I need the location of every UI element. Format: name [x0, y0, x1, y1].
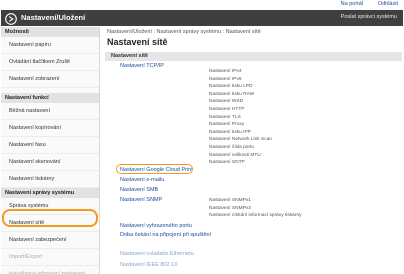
sub-setting-item: Nastavení WSD — [209, 99, 244, 105]
sidebar-item[interactable]: Nastavení skenování — [1, 154, 99, 171]
sidebar-item[interactable]: Nastavení papíru — [1, 37, 99, 54]
sub-setting-item: Nastavení tisku RAW — [209, 91, 255, 97]
network-settings-link[interactable]: Nastavení ovladače Ethernetu — [120, 251, 194, 257]
sub-setting-item: Nastavení SNMPv3 — [209, 205, 251, 211]
network-settings-link[interactable]: Doba čekání na připojení při spuštění — [120, 232, 211, 238]
sub-setting-item: Nastavení IPv6 — [209, 76, 242, 82]
app-title: Nastavení/Uložení — [21, 13, 86, 22]
breadcrumb: Nastavení/Uložení : Nastavení správy sys… — [107, 29, 261, 35]
sidebar-item[interactable]: Import/Export — [1, 249, 99, 266]
sub-setting-item: Nastavení SNMPv1 — [209, 198, 251, 203]
sub-setting-item: Nastavení tisku IPP — [209, 129, 251, 135]
section-title: Nastavení sítě — [111, 53, 148, 59]
sub-setting-item: Nastavení Proxy — [209, 122, 245, 128]
sub-setting-item: Nastavení IPv4 — [209, 69, 242, 74]
sub-setting-item: Nastavení Network Link Scan — [209, 137, 272, 143]
network-settings-link[interactable]: Nastavení e-mailu — [120, 177, 164, 183]
main-content: Nastavení/Uložení : Nastavení správy sys… — [103, 27, 404, 274]
mail-admin-link[interactable]: Poslat správci systému — [341, 14, 397, 20]
sub-setting-item: Nastavení čísla portu — [209, 145, 255, 150]
network-settings-link[interactable]: Nastavení vyhrazeného portu — [120, 223, 192, 229]
sidebar-item[interactable]: Běžná nastavení — [1, 103, 99, 120]
sidebar-item[interactable]: Ovládání tlačítkem Zrušit — [1, 54, 99, 71]
sidebar-item[interactable]: Nastavení zobrazení — [1, 71, 99, 88]
sub-setting-item: Nastavení tisku LPD — [209, 84, 253, 90]
sub-setting-item: Nastavení velikosti MTU — [209, 152, 261, 158]
section-header: Nastavení sítě — [105, 52, 402, 61]
sidebar-heading: Možnosti — [1, 27, 99, 37]
sidebar-highlight-ring — [2, 209, 98, 227]
link-highlight-ring — [116, 164, 193, 174]
sidebar-item[interactable]: Inicializace informací nastavení — [1, 266, 99, 274]
sidebar-item[interactable]: Nastavení tiskárny — [1, 171, 99, 188]
sub-setting-item: Nastavení získání informací správy tiská… — [209, 213, 302, 219]
sub-setting-item: Nastavení TLS — [209, 114, 241, 120]
page-title: Nastavení sítě — [107, 37, 168, 47]
canon-logo-icon — [5, 12, 17, 25]
network-settings-link[interactable]: Nastavení IEEE 802.1X — [120, 262, 178, 268]
sidebar: Možnosti Nastavení papíru Ovládání tlačítk… — [1, 27, 100, 274]
network-settings-link[interactable]: Nastavení TCP/IP — [120, 63, 164, 69]
portal-link[interactable]: Na portál — [341, 1, 363, 7]
sidebar-heading: Nastavení správy systému — [1, 188, 99, 198]
sidebar-heading: Nastavení funkcí — [1, 93, 99, 103]
remote-ui-page: Na portál Odhlásit Nastavení/Uložení Pos… — [0, 0, 404, 274]
top-links-bar: Na portál Odhlásit — [0, 0, 404, 10]
sub-setting-item: Nastavení HTTP — [209, 107, 245, 112]
sidebar-item[interactable]: Nastavení zabezpečení — [1, 232, 99, 249]
sidebar-item[interactable]: Nastavení kopírování — [1, 120, 99, 137]
network-settings-link[interactable]: Nastavení SNMP — [120, 197, 162, 203]
app-header: Nastavení/Uložení Poslat správci systému — [1, 10, 403, 26]
sidebar-item[interactable]: Nastavení faxu — [1, 137, 99, 154]
network-settings-link[interactable]: Nastavení SMB — [120, 187, 158, 193]
sub-setting-item: Nastavení SNTP — [209, 160, 245, 166]
logout-link[interactable]: Odhlásit — [378, 1, 398, 7]
